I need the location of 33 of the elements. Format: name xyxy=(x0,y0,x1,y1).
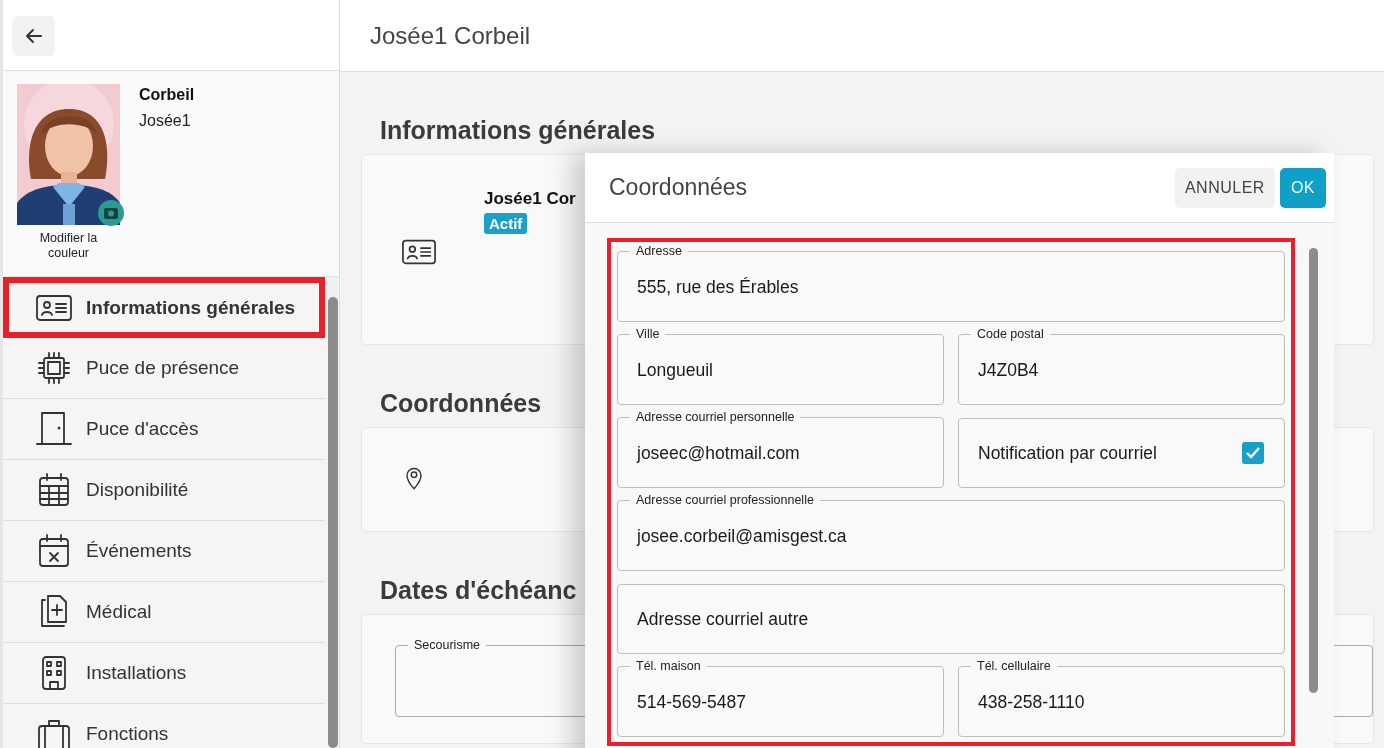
camera-icon[interactable] xyxy=(98,200,124,226)
text-field[interactable]: Tél. cellulaire 438-258-1110 xyxy=(958,659,1285,737)
sidebar-item[interactable]: Informations générales xyxy=(3,277,325,338)
sidebar-item[interactable]: Puce d'accès xyxy=(3,399,325,460)
text-field[interactable]: Ville Longueuil xyxy=(617,327,944,405)
photo-caption[interactable]: Modifier la couleur xyxy=(23,231,114,261)
text-field[interactable]: Adresse courriel personnelle joseec@hotmail.com xyxy=(617,410,944,488)
sidebar-item[interactable]: Installations xyxy=(3,643,325,704)
text-field[interactable]: Tél. maison 514-569-5487 xyxy=(617,659,944,737)
back-arrow-icon xyxy=(23,26,44,46)
text-field[interactable]: Code postal J4Z0B4 xyxy=(958,327,1285,405)
page-title: Josée1 Corbeil xyxy=(370,21,531,50)
cancel-button[interactable]: ANNULER xyxy=(1174,167,1275,208)
person-name: Josée1 Cor xyxy=(484,189,576,209)
dialog-title: Coordonnées xyxy=(609,174,748,201)
checkbox[interactable] xyxy=(1242,442,1264,464)
back-button[interactable] xyxy=(12,16,55,56)
sidebar-item[interactable]: Fonctions xyxy=(3,704,325,748)
status-badge: Actif xyxy=(484,213,528,234)
first-name: Josée1 xyxy=(139,112,192,130)
sidebar-item[interactable]: Puce de présence xyxy=(3,338,325,399)
last-name: Corbeil xyxy=(139,86,195,104)
checkbox-label: Notification par courriel xyxy=(978,442,1157,464)
section-title: Dates d'échéanc xyxy=(379,574,577,606)
section-title: Coordonnées xyxy=(379,387,542,419)
text-field[interactable]: Adresse 555, rue des Érables xyxy=(617,244,1285,322)
text-field[interactable]: Adresse courriel autre xyxy=(617,584,1285,654)
sidebar-item[interactable]: Disponibilité xyxy=(3,460,325,521)
sidebar-item[interactable]: Médical xyxy=(3,582,325,643)
text-field[interactable]: Adresse courriel professionnelle josee.corbeil@amisgest.ca xyxy=(617,493,1285,571)
scrollbar[interactable] xyxy=(328,277,338,748)
sidebar-item[interactable]: Événements xyxy=(3,521,325,582)
section-title: Informations générales xyxy=(379,114,656,146)
